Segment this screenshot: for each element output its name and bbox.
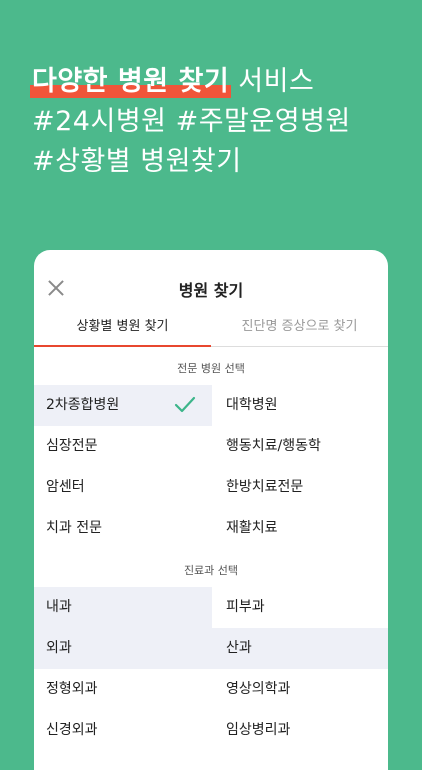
option-label: 암센터 [46,479,85,495]
headline-line-3: #상황별 병원찾기 [32,146,242,177]
option-obstetrics[interactable]: 산과 [212,628,388,669]
sheet-title: 병원 찾기 [178,281,244,300]
option-label: 대학병원 [226,397,278,413]
option-label: 한방치료전문 [226,479,304,495]
headline-highlight: 다양한 병원 찾기 [29,62,232,102]
option-label: 치과 전문 [46,520,102,536]
option-label: 피부과 [226,599,265,615]
headline-service: 서비스 [229,66,315,97]
sheet-header: 병원 찾기 [34,250,388,308]
option-surgery[interactable]: 외과 [34,628,212,669]
option-secondary-general-hospital[interactable]: 2차종합병원 [34,385,212,426]
specialty-grid: 2차종합병원 대학병원 심장전문 행동치료/행동학 암센터 한방치료전문 치과 … [34,385,388,549]
option-neurosurgery[interactable]: 신경외과 [34,710,212,751]
hospital-finder-sheet: 병원 찾기 상황별 병원 찾기 진단명 증상으로 찾기 전문 병원 선택 2차종… [34,250,388,770]
headline-line-2: #24시병원 #주말운영병원 [32,106,351,137]
option-dermatology[interactable]: 피부과 [212,587,388,628]
department-section-label: 진료과 선택 [183,564,239,577]
tab-bar: 상황별 병원 찾기 진단명 증상으로 찾기 [34,308,388,347]
option-dental[interactable]: 치과 전문 [34,508,212,549]
department-grid: 내과 피부과 외과 산과 정형외과 영상의학과 신경외과 임상병리과 [34,587,388,751]
option-internal-medicine[interactable]: 내과 [34,587,212,628]
option-label: 외과 [46,640,72,656]
option-label: 재활치료 [226,520,278,536]
tab-situation[interactable]: 상황별 병원 찾기 [34,308,211,347]
check-icon [174,396,196,413]
option-behavior-therapy[interactable]: 행동치료/행동학 [212,426,388,467]
option-label: 임상병리과 [226,722,291,738]
specialty-section-label: 전문 병원 선택 [177,362,245,375]
option-orthopedics[interactable]: 정형외과 [34,669,212,710]
option-label: 영상의학과 [226,681,291,697]
option-label: 내과 [46,599,72,615]
option-cardiac[interactable]: 심장전문 [34,426,212,467]
option-oriental-medicine[interactable]: 한방치료전문 [212,467,388,508]
option-university-hospital[interactable]: 대학병원 [212,385,388,426]
option-clinical-pathology[interactable]: 임상병리과 [212,710,388,751]
option-label: 산과 [226,640,252,656]
tab-diagnosis[interactable]: 진단명 증상으로 찾기 [211,308,388,346]
option-label: 심장전문 [46,438,98,454]
option-label: 신경외과 [46,722,98,738]
option-rehabilitation[interactable]: 재활치료 [212,508,388,549]
option-label: 정형외과 [46,681,98,697]
promo-headline: 다양한 병원 찾기 서비스 #24시병원 #주말운영병원 #상황별 병원찾기 [29,62,351,182]
headline-line-1: 다양한 병원 찾기 서비스 [29,62,351,102]
option-radiology[interactable]: 영상의학과 [212,669,388,710]
option-label: 2차종합병원 [46,397,120,413]
option-label: 행동치료/행동학 [226,438,321,454]
option-cancer-center[interactable]: 암센터 [34,467,212,508]
